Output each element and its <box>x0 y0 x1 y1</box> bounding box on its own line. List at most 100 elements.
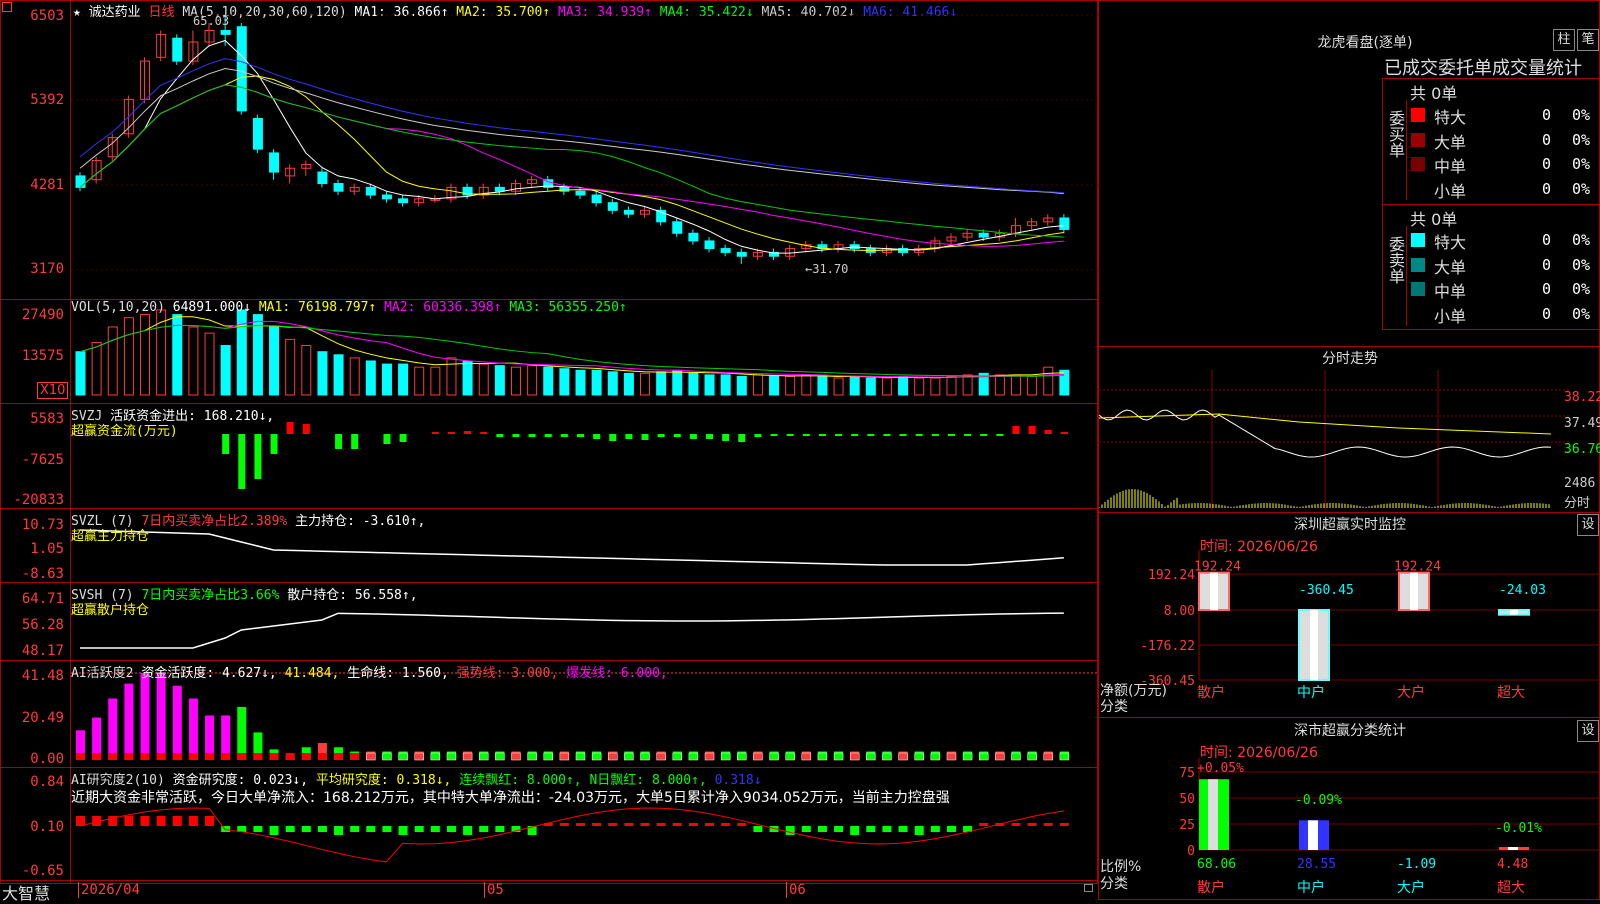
ma-line-5 <box>79 67 1064 195</box>
ai2-bar <box>1043 823 1053 826</box>
svzj-bar <box>512 434 520 437</box>
minute-section-divider <box>1098 346 1600 347</box>
vol-bar <box>527 365 538 396</box>
sz-monitor-settings-button[interactable]: 设 <box>1577 514 1599 536</box>
candle <box>1059 217 1070 230</box>
sell-row-pct-2: 0% <box>1572 280 1591 298</box>
monitor-section-divider <box>1098 512 1600 513</box>
brand-label[interactable]: 大智慧 <box>2 880 50 904</box>
ai2-bar <box>156 816 166 826</box>
vol-bar <box>962 374 973 396</box>
ai1-base-bar <box>140 753 150 760</box>
svzj-bar <box>689 434 697 439</box>
price-chart[interactable] <box>71 0 1098 884</box>
svzj-bar <box>754 434 762 437</box>
ai2-bar <box>301 826 311 832</box>
svzl-line <box>79 529 1064 566</box>
ai2-bar <box>334 826 344 835</box>
sell-row-label-1: 大单 <box>1434 257 1467 277</box>
ai2-bar <box>366 826 376 832</box>
ai2-bar <box>188 816 198 826</box>
ai2-bar <box>463 826 473 835</box>
svsh-desc: 7日内买卖净占比3.66% <box>141 588 280 603</box>
candle <box>623 209 634 215</box>
svzl-desc: 7日内买卖净占比2.389% <box>141 514 288 529</box>
svzj-bar <box>609 434 617 441</box>
svzj-bar <box>399 434 407 442</box>
candle <box>607 202 618 211</box>
sz-monitor-ylabel2: 分类 <box>1100 699 1128 715</box>
vol-bar <box>946 375 957 396</box>
vol-bar <box>623 372 634 396</box>
ai1-bar <box>188 698 198 760</box>
class-bar-highlight <box>1308 820 1318 850</box>
ai1-bar <box>108 698 118 760</box>
vol-bar <box>285 338 296 396</box>
price-axis-5392: 5392 <box>30 92 64 108</box>
high-annotation: 65.03 <box>193 14 230 28</box>
svzj-bar <box>738 434 746 442</box>
buy-row-count-2: 0 <box>1542 155 1552 173</box>
ai2-bar <box>640 823 650 826</box>
buy-row-label-3: 小单 <box>1434 181 1467 201</box>
ai2-bar <box>946 826 956 832</box>
ai2-bar <box>76 816 85 826</box>
class-category: 大户 <box>1397 879 1425 896</box>
ai2-bar <box>785 826 795 835</box>
candle <box>381 194 392 200</box>
vol-unit-badge: X10 <box>37 382 69 399</box>
svzj-bar <box>270 434 278 454</box>
svzj-bar <box>867 434 875 436</box>
tick-mode-button[interactable]: 笔 <box>1577 29 1599 51</box>
sz-monitor-chart: 192.248.00-176.22-360.45192.24-360.45192… <box>1140 550 1600 701</box>
class-axis-label: 0 <box>1187 844 1195 859</box>
ai2-bar <box>1059 823 1069 826</box>
ai2-bar <box>559 823 569 826</box>
minute-axis-5: 分时 <box>1564 496 1591 511</box>
vol-bar <box>607 371 618 396</box>
ai2-bar <box>817 826 827 832</box>
svzj-bar <box>528 434 536 437</box>
candle <box>398 198 409 204</box>
ai2-bar <box>317 826 327 832</box>
buy-total: 共 0单 <box>1410 84 1458 103</box>
ai2-bar <box>479 826 489 832</box>
buy-row-pct-0: 0% <box>1572 106 1591 124</box>
monitor-value-label: -24.03 <box>1499 583 1546 598</box>
bar-mode-button[interactable]: 柱 <box>1553 29 1575 51</box>
vol-header: VOL(5,10,20) 64891.000↓ MA1: 76198.797↑ … <box>71 300 627 315</box>
date-label-jun: 06 <box>786 882 806 898</box>
vol-title: VOL(5,10,20) <box>71 300 165 315</box>
vol-ma1: MA1: 76198.797↑ <box>258 300 377 315</box>
ai2-bar <box>1011 823 1021 826</box>
vol-bar <box>140 314 151 396</box>
ai2-bar <box>285 826 295 832</box>
vol-bar <box>1059 369 1070 396</box>
low-annotation: ←31.70 <box>805 262 849 276</box>
ai2-bar <box>140 816 150 826</box>
vol-bar <box>301 345 312 396</box>
vol-bar <box>398 363 409 396</box>
monitor-axis-label: 8.00 <box>1164 604 1195 619</box>
svzj-bar <box>431 432 439 434</box>
svzj-bar <box>706 434 714 439</box>
ai2-bar <box>930 826 940 832</box>
class-value-label: -1.09 <box>1397 857 1436 872</box>
minute-axis-4: 2486 <box>1564 476 1596 491</box>
vol-bar <box>478 363 489 396</box>
date-label-apr: 2026/04 <box>78 882 140 898</box>
vol-bar <box>1027 375 1038 396</box>
tabs-header: 已成交委托单成交量统计 <box>1384 58 1582 79</box>
vol-bar <box>994 374 1005 396</box>
minute-chart[interactable] <box>1099 370 1600 510</box>
ai1-bar <box>237 706 247 760</box>
ai2-bar <box>269 826 279 835</box>
sz-class-ylabel2: 分类 <box>1100 876 1128 892</box>
monitor-category: 中户 <box>1297 684 1325 701</box>
sz-class-settings-button[interactable]: 设 <box>1577 720 1599 742</box>
lock-icon[interactable] <box>1084 884 1093 892</box>
ai2-bar <box>608 823 618 826</box>
svsh-axis-bottom: 48.17 <box>21 643 64 659</box>
ai2-bar <box>834 826 844 832</box>
candle <box>75 175 86 188</box>
